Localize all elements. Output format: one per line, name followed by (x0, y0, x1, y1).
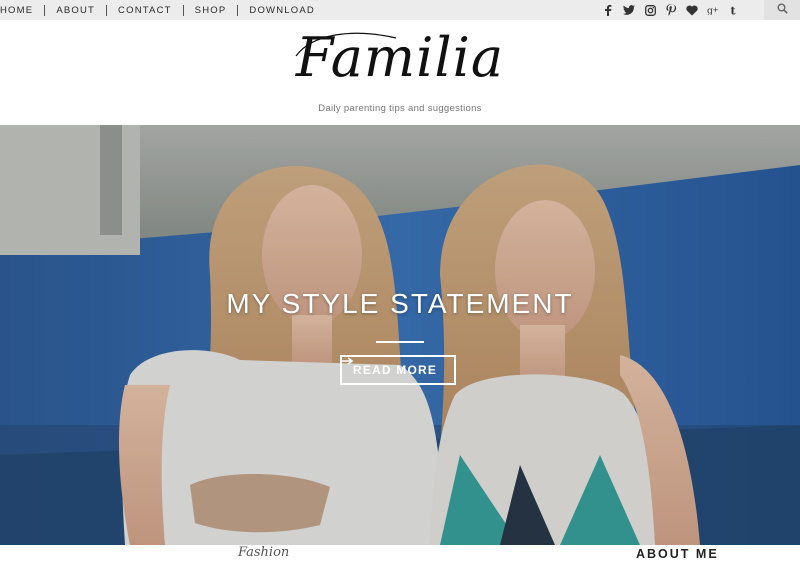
nav-item-about[interactable]: ABOUT (56, 5, 95, 16)
google-plus-icon[interactable]: g + (707, 4, 719, 16)
tumblr-icon[interactable]: t (728, 4, 740, 17)
nav-item-home[interactable]: HOME (0, 5, 33, 16)
pinterest-icon[interactable] (665, 4, 677, 16)
hero-slider[interactable]: MY STYLE STATEMENT READ MORE (0, 125, 800, 545)
nav-divider (237, 4, 239, 16)
social-links: g + t (602, 0, 740, 20)
svg-text:+: + (713, 5, 719, 14)
twitter-icon[interactable] (623, 4, 635, 16)
sidebar-heading-about-me: ABOUT ME (636, 547, 719, 561)
post-category-label[interactable]: Fashion (238, 545, 289, 560)
nav-divider (44, 4, 46, 16)
site-header: Familia Daily parenting tips and suggest… (0, 20, 800, 125)
content-strip: Fashion ABOUT ME (0, 545, 800, 561)
read-more-label: READ MORE (352, 363, 438, 377)
facebook-icon[interactable] (602, 4, 614, 16)
main-nav: HOME ABOUT CONTACT SHOP DOWNLOAD (0, 0, 315, 20)
hero-title[interactable]: MY STYLE STATEMENT (0, 288, 800, 320)
site-tagline: Daily parenting tips and suggestions (318, 103, 482, 114)
nav-divider (106, 4, 108, 16)
hero-image (0, 125, 800, 545)
svg-text:t: t (731, 5, 737, 17)
instagram-icon[interactable] (644, 4, 656, 16)
nav-item-shop[interactable]: SHOP (195, 5, 227, 16)
hero-divider (376, 341, 424, 343)
search-button[interactable] (764, 0, 800, 20)
nav-item-contact[interactable]: CONTACT (118, 5, 172, 16)
heart-icon[interactable] (686, 4, 698, 16)
search-icon (777, 1, 788, 19)
top-bar: HOME ABOUT CONTACT SHOP DOWNLOAD g + t (0, 0, 800, 20)
read-more-button[interactable]: READ MORE (340, 355, 456, 385)
logo-swash (295, 32, 397, 57)
nav-divider (182, 4, 184, 16)
nav-item-download[interactable]: DOWNLOAD (249, 5, 315, 16)
